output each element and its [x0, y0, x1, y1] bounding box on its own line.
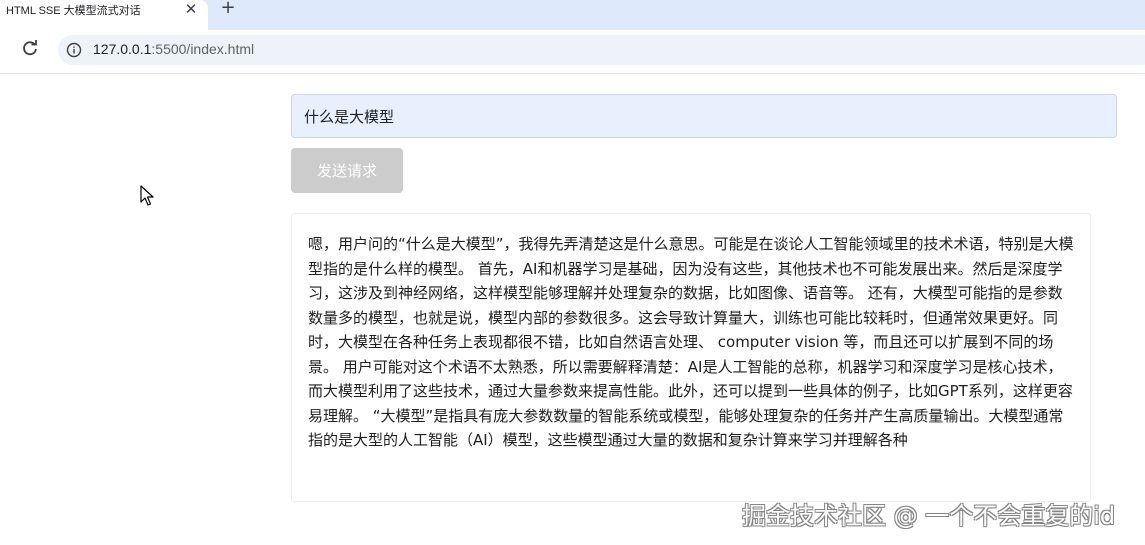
tab-title: HTML SSE 大模型流式对话 [6, 5, 141, 17]
response-text: 嗯，用户问的“什么是大模型”，我得先弄清楚这是什么意思。可能是在谈论人工智能领域… [308, 235, 1074, 449]
browser-toolbar: 127.0.0.1:5500/index.html [0, 30, 1145, 74]
browser-tab[interactable]: HTML SSE 大模型流式对话 ✕ [0, 0, 208, 30]
mouse-cursor-icon [140, 185, 154, 206]
url-host: 127.0.0.1 [93, 41, 152, 57]
url-text[interactable]: 127.0.0.1:5500/index.html [93, 41, 254, 57]
address-bar[interactable]: 127.0.0.1:5500/index.html [58, 35, 1145, 65]
url-path: :5500/index.html [151, 41, 255, 57]
response-container: 嗯，用户问的“什么是大模型”，我得先弄清楚这是什么意思。可能是在谈论人工智能领域… [291, 213, 1091, 502]
reload-icon[interactable] [20, 39, 40, 59]
send-request-button[interactable]: 发送请求 [291, 148, 403, 193]
info-icon[interactable] [66, 42, 82, 58]
close-tab-icon[interactable]: ✕ [182, 0, 200, 18]
watermark: 掘金技术社区 @ 一个不会重复的id [742, 502, 1116, 530]
prompt-input[interactable] [291, 94, 1117, 138]
tab-strip: HTML SSE 大模型流式对话 ✕ + [0, 0, 1145, 30]
new-tab-icon[interactable]: + [219, 0, 237, 17]
